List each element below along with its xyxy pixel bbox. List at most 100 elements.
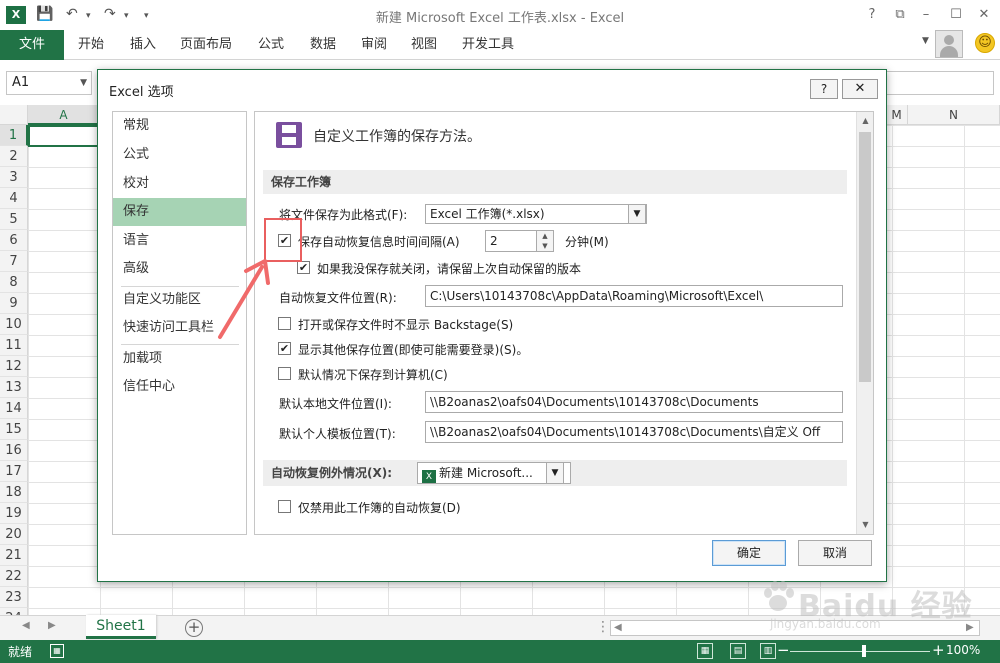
prev-sheet-icon[interactable]: ◀	[22, 620, 30, 631]
autorecover-minutes-input[interactable]: 2	[485, 230, 537, 252]
disable-autorecover-checkbox[interactable]	[278, 500, 291, 513]
tab-developer[interactable]: 开发工具	[462, 30, 514, 60]
undo-icon[interactable]: ↶	[66, 6, 78, 22]
active-cell[interactable]	[28, 125, 100, 147]
exceptions-workbook-select[interactable]: X 新建 Microsoft... ▼	[417, 462, 571, 484]
save-icon[interactable]: 💾	[36, 6, 53, 22]
chevron-down-icon[interactable]: ▼	[546, 463, 564, 483]
nav-item-language[interactable]: 语言	[113, 227, 246, 255]
row-header[interactable]: 8	[0, 272, 28, 293]
row-header[interactable]: 21	[0, 545, 28, 566]
add-sheet-button[interactable]: +	[185, 619, 203, 637]
name-box[interactable]: A1 ▼	[6, 71, 92, 95]
account-dropdown-icon[interactable]: ▼	[922, 36, 929, 46]
redo-icon[interactable]: ↷	[104, 6, 116, 22]
save-format-select[interactable]: Excel 工作簿(*.xlsx) ▼	[425, 204, 647, 224]
tab-review[interactable]: 审阅	[361, 30, 387, 60]
undo-dropdown-icon[interactable]: ▾	[86, 11, 91, 21]
stepper-down-icon[interactable]: ▼	[537, 241, 553, 251]
row-header[interactable]: 2	[0, 146, 28, 167]
tab-insert[interactable]: 插入	[130, 30, 156, 60]
row-header[interactable]: 13	[0, 377, 28, 398]
row-header[interactable]: 18	[0, 482, 28, 503]
scrollbar-thumb[interactable]	[859, 132, 871, 382]
tab-page-layout[interactable]: 页面布局	[180, 30, 232, 60]
macro-record-icon[interactable]: ▦	[50, 644, 64, 658]
autorecover-location-input[interactable]: C:\Users\10143708c\AppData\Roaming\Micro…	[425, 285, 843, 307]
chevron-down-icon[interactable]: ▼	[628, 205, 646, 223]
nav-item-proofing[interactable]: 校对	[113, 170, 246, 198]
tab-data[interactable]: 数据	[310, 30, 336, 60]
redo-dropdown-icon[interactable]: ▾	[124, 11, 129, 21]
cancel-button[interactable]: 取消	[798, 540, 872, 566]
zoom-in-button[interactable]: +	[932, 641, 945, 659]
row-header[interactable]: 12	[0, 356, 28, 377]
page-layout-view-icon[interactable]: ▤	[730, 643, 746, 659]
tab-formulas[interactable]: 公式	[258, 30, 284, 60]
column-header-a[interactable]: A	[28, 105, 100, 125]
row-header[interactable]: 4	[0, 188, 28, 209]
scroll-left-icon[interactable]: ◀	[614, 622, 622, 633]
nav-item-add-ins[interactable]: 加载项	[113, 345, 246, 373]
chevron-down-icon[interactable]: ▼	[80, 72, 87, 94]
keep-last-version-checkbox[interactable]: ✔	[297, 261, 310, 274]
next-sheet-icon[interactable]: ▶	[48, 620, 56, 631]
nav-item-general[interactable]: 常规	[113, 112, 246, 140]
row-header[interactable]: 23	[0, 587, 28, 608]
column-header-m[interactable]: M	[886, 105, 908, 125]
customize-qat-icon[interactable]: ▾	[144, 11, 149, 21]
tab-home[interactable]: 开始	[78, 30, 104, 60]
row-header[interactable]: 5	[0, 209, 28, 230]
row-header[interactable]: 19	[0, 503, 28, 524]
row-header[interactable]: 15	[0, 419, 28, 440]
save-to-computer-checkbox[interactable]	[278, 367, 291, 380]
row-header[interactable]: 11	[0, 335, 28, 356]
maximize-icon[interactable]: ☐	[944, 4, 968, 26]
row-header[interactable]: 16	[0, 440, 28, 461]
row-header[interactable]: 20	[0, 524, 28, 545]
stepper-up-icon[interactable]: ▲	[537, 231, 553, 241]
row-header[interactable]: 7	[0, 251, 28, 272]
default-local-location-input[interactable]: \\B2oanas2\oafs04\Documents\10143708c\Do…	[425, 391, 843, 413]
scroll-up-icon[interactable]: ▲	[857, 112, 873, 129]
tab-view[interactable]: 视图	[411, 30, 437, 60]
default-template-location-input[interactable]: \\B2oanas2\oafs04\Documents\10143708c\Do…	[425, 421, 843, 443]
row-header[interactable]: 22	[0, 566, 28, 587]
nav-item-trust-center[interactable]: 信任中心	[113, 373, 246, 401]
row-header[interactable]: 3	[0, 167, 28, 188]
select-all-corner[interactable]	[0, 105, 28, 125]
minutes-stepper[interactable]: ▲ ▼	[536, 230, 554, 252]
avatar[interactable]	[935, 30, 963, 58]
horizontal-scrollbar[interactable]: ◀ ▶	[610, 620, 980, 636]
smiley-feedback-icon[interactable]: ☺	[975, 33, 995, 53]
dialog-help-button[interactable]: ?	[810, 79, 838, 99]
zoom-level[interactable]: 100%	[946, 643, 980, 657]
formula-input[interactable]	[885, 71, 994, 95]
dialog-close-button[interactable]: ✕	[842, 79, 878, 99]
row-header[interactable]: 1	[0, 125, 28, 146]
row-header[interactable]: 6	[0, 230, 28, 251]
ok-button[interactable]: 确定	[712, 540, 786, 566]
scroll-down-icon[interactable]: ▼	[857, 516, 873, 533]
zoom-slider-thumb[interactable]	[862, 645, 866, 657]
scroll-right-icon[interactable]: ▶	[966, 622, 974, 633]
row-header[interactable]: 10	[0, 314, 28, 335]
row-header[interactable]: 9	[0, 293, 28, 314]
zoom-out-button[interactable]: −	[777, 641, 790, 659]
minimize-icon[interactable]: –	[914, 4, 938, 26]
close-icon[interactable]: ✕	[972, 4, 996, 26]
nav-item-save[interactable]: 保存	[113, 198, 246, 226]
tab-file[interactable]: 文件	[0, 30, 64, 60]
row-header[interactable]: 17	[0, 461, 28, 482]
column-header-n[interactable]: N	[908, 105, 1000, 125]
normal-view-icon[interactable]: ▦	[697, 643, 713, 659]
nav-item-formulas[interactable]: 公式	[113, 141, 246, 169]
ribbon-display-icon[interactable]: ⧉	[888, 4, 912, 26]
help-button[interactable]: ?	[860, 4, 884, 26]
zoom-slider[interactable]	[790, 651, 930, 652]
sheet-options-icon[interactable]: ⋮	[596, 619, 610, 635]
panel-vertical-scrollbar[interactable]: ▲ ▼	[856, 112, 873, 534]
page-break-view-icon[interactable]: ▥	[760, 643, 776, 659]
row-header[interactable]: 14	[0, 398, 28, 419]
sheet-tab-sheet1[interactable]: Sheet1	[86, 615, 156, 639]
